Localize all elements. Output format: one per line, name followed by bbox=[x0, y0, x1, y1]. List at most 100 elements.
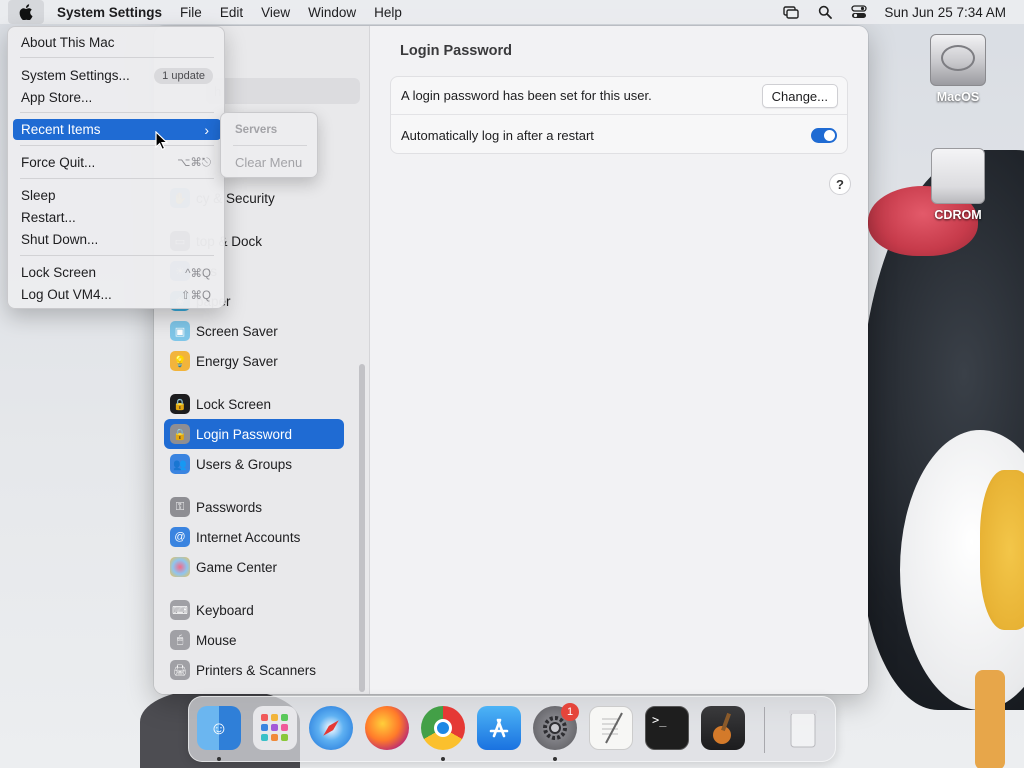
sidebar-item-internet-accounts[interactable]: @ Internet Accounts bbox=[164, 522, 344, 552]
apple-menu-dropdown: About This Mac System Settings... 1 upda… bbox=[7, 26, 225, 309]
wallpaper-penguin-leg bbox=[975, 670, 1005, 768]
menu-window[interactable]: Window bbox=[299, 5, 365, 20]
safari-icon[interactable] bbox=[309, 706, 353, 750]
key-icon: ⚿ bbox=[170, 497, 190, 517]
sidebar-item-passwords[interactable]: ⚿ Passwords bbox=[164, 492, 344, 522]
auto-login-label: Automatically log in after a restart bbox=[401, 127, 594, 143]
at-icon: @ bbox=[170, 527, 190, 547]
auto-login-row: Automatically log in after a restart bbox=[391, 116, 847, 154]
menu-view[interactable]: View bbox=[252, 5, 299, 20]
help-button[interactable]: ? bbox=[829, 173, 851, 195]
menu-item-system-settings[interactable]: System Settings... 1 update bbox=[13, 65, 221, 86]
change-password-button[interactable]: Change... bbox=[761, 84, 838, 108]
apple-menu-button[interactable] bbox=[8, 0, 44, 24]
submenu-header-servers: Servers bbox=[235, 124, 278, 136]
menu-item-restart[interactable]: Restart... bbox=[13, 207, 221, 228]
menu-separator bbox=[20, 145, 214, 146]
sidebar-item-mouse[interactable]: 🖱 Mouse bbox=[164, 625, 344, 655]
menu-edit[interactable]: Edit bbox=[211, 5, 252, 20]
cdrom-icon bbox=[931, 148, 985, 204]
lightbulb-icon: 💡 bbox=[170, 351, 190, 371]
sidebar-item-energy-saver[interactable]: 💡 Energy Saver bbox=[164, 346, 344, 376]
menu-item-label: App Store... bbox=[21, 90, 93, 105]
menu-app-name[interactable]: System Settings bbox=[48, 5, 171, 20]
login-password-group: A login password has been set for this u… bbox=[390, 76, 848, 154]
menu-item-lock-screen[interactable]: Lock Screen ^⌘Q bbox=[13, 262, 221, 283]
menu-item-label: Recent Items bbox=[21, 122, 101, 137]
menubar-clock[interactable]: Sun Jun 25 7:34 AM bbox=[884, 5, 1006, 20]
menu-separator bbox=[20, 112, 214, 113]
menu-shortcut: ⌥⌘⎋ bbox=[177, 157, 211, 169]
sidebar-item-label: Login Password bbox=[196, 426, 293, 442]
sidebar-item-label: Game Center bbox=[196, 559, 278, 575]
sidebar-item-game-center[interactable]: Game Center bbox=[164, 552, 344, 582]
terminal-icon[interactable]: >_ bbox=[645, 706, 689, 750]
screen-mirroring-icon[interactable] bbox=[782, 5, 800, 19]
sidebar-item-printers-scanners[interactable]: 🖨 Printers & Scanners bbox=[164, 655, 344, 685]
menu-help[interactable]: Help bbox=[365, 5, 411, 20]
sidebar-item-label: Lock Screen bbox=[196, 396, 272, 412]
auto-login-toggle[interactable] bbox=[811, 128, 837, 143]
hard-disk-icon bbox=[930, 34, 986, 86]
menu-item-label: System Settings... bbox=[21, 68, 130, 83]
menu-item-clear-menu[interactable]: Clear Menu bbox=[235, 155, 302, 170]
desktop-icon-macos[interactable]: MacOS bbox=[920, 34, 996, 104]
menu-item-force-quit[interactable]: Force Quit... ⌥⌘⎋ bbox=[13, 152, 221, 173]
mouse-icon: 🖱 bbox=[170, 630, 190, 650]
lock-icon: 🔒 bbox=[170, 394, 190, 414]
sidebar-item-label: Internet Accounts bbox=[196, 529, 301, 545]
textedit-icon[interactable] bbox=[589, 706, 633, 750]
finder-icon[interactable]: ☺ bbox=[197, 706, 241, 750]
menu-item-label: Log Out VM4... bbox=[21, 287, 112, 302]
spotlight-search-icon[interactable] bbox=[816, 5, 834, 19]
menu-item-log-out[interactable]: Log Out VM4... ⇧⌘Q bbox=[13, 284, 221, 305]
menu-item-recent-items[interactable]: Recent Items › bbox=[13, 119, 221, 140]
desktop-icon-label: CDROM bbox=[934, 208, 982, 222]
app-store-icon[interactable] bbox=[477, 706, 521, 750]
sidebar-item-label: Keyboard bbox=[196, 602, 254, 618]
chrome-icon[interactable] bbox=[421, 706, 465, 750]
apple-icon bbox=[19, 4, 33, 20]
menu-item-sleep[interactable]: Sleep bbox=[13, 185, 221, 206]
sidebar-item-keyboard[interactable]: ⌨ Keyboard bbox=[164, 595, 344, 625]
running-indicator bbox=[217, 757, 221, 761]
dock-separator bbox=[764, 707, 765, 753]
notification-badge: 1 bbox=[561, 703, 579, 721]
desktop-icon-label: MacOS bbox=[936, 90, 980, 104]
menu-file[interactable]: File bbox=[171, 5, 211, 20]
menu-item-app-store[interactable]: App Store... bbox=[13, 87, 221, 108]
sidebar-item-label: Users & Groups bbox=[196, 456, 293, 472]
users-icon: 👥 bbox=[170, 454, 190, 474]
menu-item-label: Restart... bbox=[21, 210, 76, 225]
firefox-icon[interactable] bbox=[365, 706, 409, 750]
menu-separator bbox=[20, 255, 214, 256]
garageband-icon[interactable] bbox=[701, 706, 745, 750]
sidebar-item-label: Mouse bbox=[196, 632, 237, 648]
sidebar-item-screen-saver[interactable]: ▣ Screen Saver bbox=[164, 316, 344, 346]
sidebar-item-users-groups[interactable]: 👥 Users & Groups bbox=[164, 449, 344, 479]
control-center-icon[interactable] bbox=[850, 5, 868, 19]
menu-separator bbox=[20, 178, 214, 179]
trash-icon[interactable] bbox=[781, 706, 825, 750]
settings-content-pane: Login Password A login password has been… bbox=[370, 26, 868, 694]
sidebar-item-lock-screen[interactable]: 🔒 Lock Screen bbox=[164, 389, 344, 419]
menu-item-label: Force Quit... bbox=[21, 155, 96, 170]
sidebar-item-label: Energy Saver bbox=[196, 353, 278, 369]
desktop-icon-cdrom[interactable]: CDROM bbox=[920, 148, 996, 222]
menu-item-label: About This Mac bbox=[21, 35, 115, 50]
sidebar-scrollbar[interactable] bbox=[359, 364, 365, 692]
menu-separator bbox=[233, 145, 307, 146]
launchpad-icon[interactable] bbox=[253, 706, 297, 750]
password-set-label: A login password has been set for this u… bbox=[401, 88, 652, 103]
screen-saver-icon: ▣ bbox=[170, 321, 190, 341]
menu-item-label: Shut Down... bbox=[21, 232, 99, 247]
menu-shortcut: ^⌘Q bbox=[185, 267, 211, 280]
sidebar-item-label: Screen Saver bbox=[196, 323, 278, 339]
menu-item-about-this-mac[interactable]: About This Mac bbox=[13, 32, 221, 53]
sidebar-search-field[interactable]: h bbox=[206, 78, 360, 104]
wallpaper-penguin-chest bbox=[980, 470, 1024, 630]
menu-item-shut-down[interactable]: Shut Down... bbox=[13, 229, 221, 250]
sidebar-item-login-password[interactable]: 🔒 Login Password bbox=[164, 419, 344, 449]
page-title: Login Password bbox=[400, 43, 512, 59]
lock-icon: 🔒 bbox=[170, 424, 190, 444]
